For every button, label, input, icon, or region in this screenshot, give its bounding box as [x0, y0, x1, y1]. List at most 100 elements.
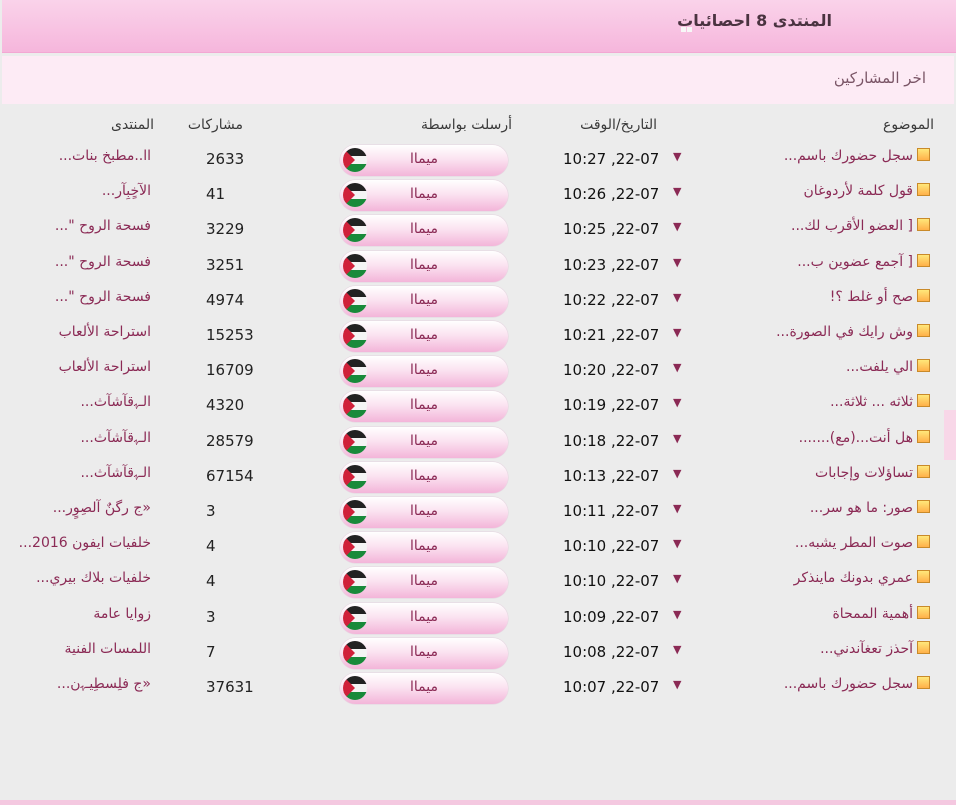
jump-to-post-icon[interactable]: ▼	[673, 432, 681, 445]
posts-count: 15253	[206, 326, 254, 344]
avatar	[343, 605, 367, 630]
forum-link[interactable]: «ج فلِسطِيـﮩن...	[57, 676, 151, 692]
col-header-sender: أرسلت بواسطة	[421, 117, 512, 133]
sender-profile-button[interactable]: ميماا	[340, 321, 508, 352]
folder-icon	[917, 605, 930, 619]
forum-link[interactable]: خلفيات ايفون 2016...	[19, 535, 151, 551]
post-datetime: 10:23 ,22-07	[563, 255, 660, 274]
topic-link[interactable]: أهمية الممحاة	[832, 605, 930, 622]
forum-link[interactable]: الآخٍبِآر...	[102, 183, 151, 199]
jump-to-post-icon[interactable]: ▼	[673, 361, 681, 374]
jump-to-post-icon[interactable]: ▼	[673, 643, 681, 656]
topic-link[interactable]: قول كلمة لأردوغان	[803, 183, 930, 199]
table-row: هل أنت...(مع)....... ▼ 10:18 ,22-07 ميماا 28…	[0, 426, 956, 462]
post-datetime: 10:20 ,22-07	[563, 361, 660, 380]
sender-profile-button[interactable]: ميماا	[340, 391, 508, 423]
jump-to-post-icon[interactable]: ▼	[673, 396, 681, 409]
forum-link[interactable]: فسحة الروح "...	[55, 289, 151, 305]
topic-link[interactable]: صوت المطر يشبه...	[795, 535, 930, 551]
table-row: آحذز تعغآندني... ▼ 10:08 ,22-07 ميماا 7 اللمس…	[0, 637, 956, 673]
topic-link[interactable]: آحذز تعغآندني...	[820, 640, 930, 657]
folder-icon	[917, 676, 930, 689]
post-datetime: 10:25 ,22-07	[563, 220, 660, 239]
sender-profile-button[interactable]: ميماا	[340, 567, 508, 599]
sender-profile-button[interactable]: ميماا	[340, 532, 508, 564]
jump-to-post-icon[interactable]: ▼	[673, 537, 681, 550]
sender-profile-button[interactable]: ميماا	[340, 285, 508, 317]
topic-title: سجل حضورك باسم...	[783, 676, 913, 692]
jump-to-post-icon[interactable]: ▼	[673, 326, 681, 339]
folder-icon	[917, 535, 930, 549]
jump-to-post-icon[interactable]: ▼	[673, 220, 681, 233]
jump-to-post-icon[interactable]: ▼	[673, 678, 681, 691]
sender-profile-button[interactable]: ميماا	[340, 180, 508, 212]
jump-to-post-icon[interactable]: ▼	[673, 608, 681, 621]
topic-title: أهمية الممحاة	[832, 605, 913, 622]
forum-link[interactable]: فسحة الروح "...	[55, 254, 151, 270]
topic-link[interactable]: سجل حضورك باسم...	[784, 148, 930, 164]
sender-profile-button[interactable]: ميماا	[340, 602, 508, 634]
forum-link[interactable]: الـﮩقآشآث...	[80, 465, 151, 481]
topic-title: صح أو غلط ؟!	[829, 288, 913, 305]
sender-profile-button[interactable]: ميماا	[340, 673, 508, 704]
forum-link[interactable]: استراحة الألعاب	[59, 324, 151, 340]
topic-link[interactable]: صح أو غلط ؟!	[829, 288, 930, 305]
jump-to-post-icon[interactable]: ▼	[673, 572, 681, 585]
sender-name: ميماا	[410, 573, 438, 590]
forum-link[interactable]: اا..مطبخ بنات...	[59, 148, 151, 164]
posts-count: 4	[206, 572, 216, 591]
sender-profile-button[interactable]: ميماا	[340, 426, 508, 458]
topic-link[interactable]: [ آجمع عضوين ب...	[797, 253, 930, 270]
table-row: صور: ما هو سر... ▼ 10:11 ,22-07 ميماا 3 «ج رگ…	[0, 497, 956, 532]
topic-link[interactable]: تساؤلات وإجابات	[815, 464, 930, 481]
forum-link[interactable]: استراحة الألعاب	[59, 359, 151, 375]
last-posters-section: اخر المشاركين	[2, 56, 954, 104]
col-header-topic: الموضوع	[883, 117, 934, 133]
post-datetime: 10:19 ,22-07	[563, 396, 660, 415]
table-row: قول كلمة لأردوغان ▼ 10:26 ,22-07 ميماا 41 الآ…	[0, 180, 956, 215]
topic-title: [ العضو الأقرب لك...	[791, 218, 913, 235]
forum-link[interactable]: الـﮩقآشآث...	[80, 394, 151, 410]
sender-profile-button[interactable]: ميماا	[340, 637, 508, 669]
table-row: ثلاثه ... ثلاثة... ▼ 10:19 ,22-07 ميماا 4320…	[0, 391, 956, 426]
topic-link[interactable]: الي يلفت...	[846, 359, 930, 375]
col-header-forum: المنتدى	[110, 117, 154, 133]
sender-profile-button[interactable]: ميماا	[340, 145, 508, 176]
jump-to-post-icon[interactable]: ▼	[673, 467, 681, 480]
topic-title: [ آجمع عضوين ب...	[797, 253, 913, 270]
topic-link[interactable]: ثلاثه ... ثلاثة...	[830, 394, 930, 410]
avatar	[343, 359, 367, 384]
table-row: عمري بدونك ماينذكر ▼ 10:10 ,22-07 ميماا 4 خلف…	[0, 567, 956, 602]
topic-link[interactable]: [ العضو الأقرب لك...	[791, 218, 930, 234]
topic-link[interactable]: سجل حضورك باسم...	[784, 676, 930, 692]
sender-name: ميماا	[410, 503, 438, 519]
forum-link[interactable]: «ج رگنٌ آلصِوٍر...	[53, 500, 151, 516]
jump-to-post-icon[interactable]: ▼	[673, 256, 681, 269]
stats-title: المنتدى 8 احصائيات	[677, 11, 832, 30]
jump-to-post-icon[interactable]: ▼	[673, 291, 681, 304]
forum-link[interactable]: الـﮩقآشآث...	[80, 430, 151, 446]
folder-icon	[917, 394, 930, 408]
sender-profile-button[interactable]: ميماا	[340, 356, 508, 388]
sender-profile-button[interactable]: ميماا	[340, 461, 508, 493]
avatar	[343, 464, 367, 489]
topic-link[interactable]: عمري بدونك ماينذكر	[794, 570, 930, 586]
post-datetime: 10:22 ,22-07	[563, 290, 660, 309]
topic-link[interactable]: وش رايك في الصورة...	[776, 324, 930, 340]
topic-link[interactable]: هل أنت...(مع).......	[799, 429, 930, 446]
jump-to-post-icon[interactable]: ▼	[673, 185, 681, 198]
forum-link[interactable]: اللمسات الفنية	[65, 641, 151, 657]
topic-title: صوت المطر يشبه...	[794, 535, 913, 552]
sender-profile-button[interactable]: ميماا	[340, 497, 508, 528]
forum-link[interactable]: فسحة الروح "...	[55, 218, 151, 234]
jump-to-post-icon[interactable]: ▼	[673, 502, 681, 515]
forum-link[interactable]: خلفيات بلاك بيري...	[36, 570, 151, 586]
avatar	[343, 253, 367, 278]
sender-name: ميماا	[410, 432, 438, 449]
sender-profile-button[interactable]: ميماا	[340, 250, 508, 282]
topic-link[interactable]: صور: ما هو سر...	[810, 500, 930, 516]
jump-to-post-icon[interactable]: ▼	[673, 150, 681, 163]
sender-profile-button[interactable]: ميماا	[340, 215, 508, 247]
last-posters-title: اخر المشاركين	[833, 69, 926, 87]
forum-link[interactable]: زوايا عامة	[93, 606, 151, 622]
